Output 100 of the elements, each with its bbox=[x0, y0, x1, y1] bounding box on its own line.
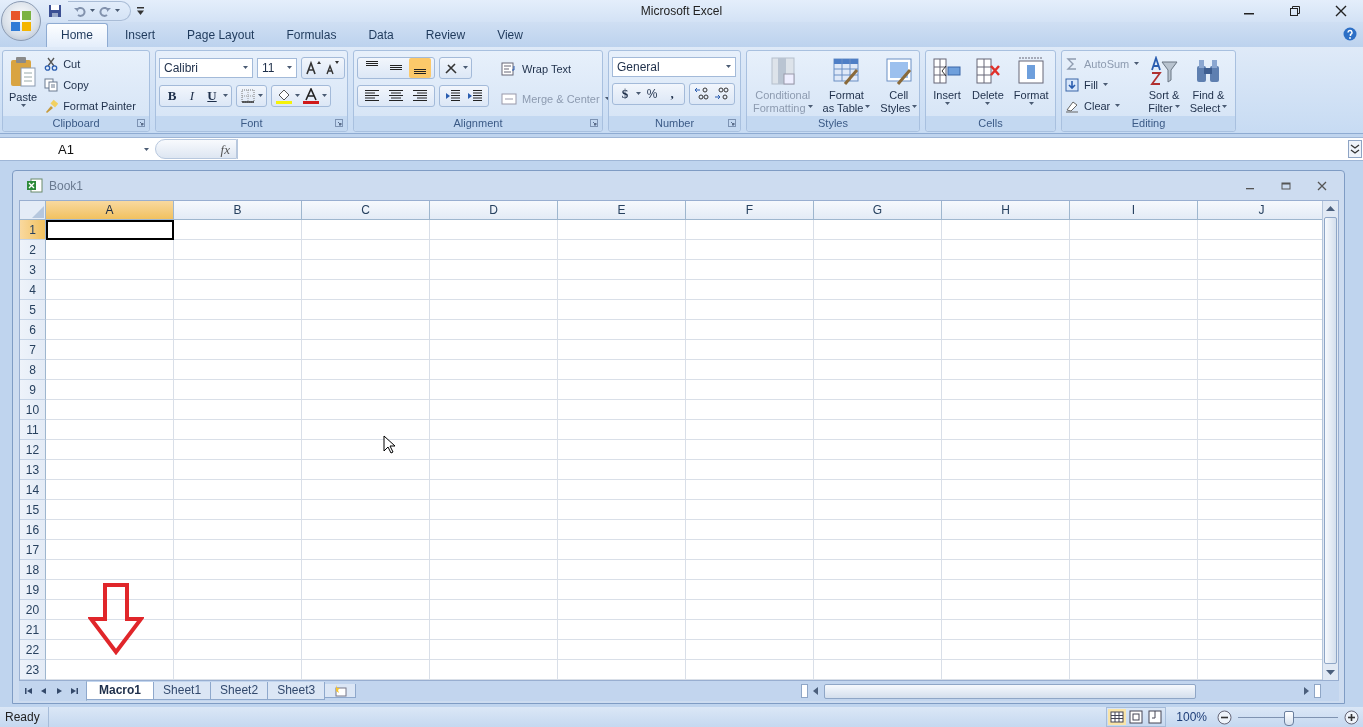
insert-sheet-button[interactable] bbox=[324, 684, 357, 698]
scrollbar-thumb[interactable] bbox=[824, 684, 1196, 699]
redo-icon[interactable] bbox=[99, 4, 111, 17]
dialog-launcher-icon[interactable] bbox=[590, 118, 598, 127]
cut-button[interactable]: Cut bbox=[44, 54, 138, 73]
customize-icon[interactable] bbox=[137, 6, 144, 15]
font-color-icon[interactable] bbox=[302, 87, 320, 104]
split-handle[interactable] bbox=[801, 684, 808, 698]
editing-large-button[interactable]: Find & Select bbox=[1186, 53, 1231, 117]
currency-button[interactable]: $ bbox=[616, 85, 634, 102]
row-header[interactable]: 4 bbox=[20, 280, 46, 300]
name-box[interactable]: A1 bbox=[0, 141, 155, 157]
zoom-out-icon[interactable] bbox=[1217, 709, 1232, 725]
scroll-right-icon[interactable] bbox=[1301, 685, 1311, 697]
editing-button[interactable]: Clear bbox=[1065, 96, 1142, 115]
dialog-launcher-icon[interactable] bbox=[335, 118, 343, 127]
row-header[interactable]: 15 bbox=[20, 500, 46, 520]
grow-font-icon[interactable] bbox=[305, 59, 323, 76]
office-button[interactable] bbox=[1, 1, 41, 41]
column-header[interactable]: I bbox=[1070, 201, 1198, 220]
row-header[interactable]: 10 bbox=[20, 400, 46, 420]
row-header[interactable]: 1 bbox=[20, 220, 46, 240]
font-name-field[interactable]: Calibri bbox=[159, 57, 253, 78]
row-header[interactable]: 9 bbox=[20, 380, 46, 400]
row-header[interactable]: 22 bbox=[20, 640, 46, 660]
zoom-level[interactable]: 100% bbox=[1172, 710, 1211, 724]
cells-button[interactable]: Insert bbox=[929, 53, 965, 107]
select-all-button[interactable] bbox=[20, 201, 46, 220]
grid-cell[interactable] bbox=[46, 220, 174, 240]
view-button-icon[interactable] bbox=[1127, 709, 1146, 725]
dialog-launcher-icon[interactable] bbox=[728, 118, 736, 127]
column-header[interactable]: C bbox=[302, 201, 430, 220]
style-button[interactable]: Cell Styles bbox=[877, 53, 921, 117]
sheet-tab[interactable]: Sheet2 bbox=[210, 682, 269, 700]
column-header[interactable]: F bbox=[686, 201, 814, 220]
bold-button[interactable]: B bbox=[163, 87, 181, 104]
dialog-launcher-icon[interactable] bbox=[137, 118, 145, 127]
zoom-in-icon[interactable] bbox=[1344, 709, 1359, 725]
row-header[interactable]: 17 bbox=[20, 540, 46, 560]
sheet-nav-icon[interactable] bbox=[23, 686, 35, 696]
wrap-text-button[interactable]: Wrap Text bbox=[501, 59, 612, 78]
scrollbar-thumb[interactable] bbox=[1324, 217, 1337, 664]
row-header[interactable]: 16 bbox=[20, 520, 46, 540]
ribbon-tab[interactable]: View bbox=[482, 22, 538, 47]
copy-button[interactable]: Copy bbox=[44, 75, 138, 94]
ribbon-tab[interactable]: Insert bbox=[110, 22, 171, 47]
close-icon[interactable] bbox=[1335, 4, 1347, 17]
row-header[interactable]: 14 bbox=[20, 480, 46, 500]
paste-button[interactable]: Paste bbox=[6, 53, 41, 109]
editing-button[interactable]: Fill bbox=[1065, 75, 1142, 94]
decrease-decimal-icon[interactable] bbox=[713, 85, 731, 102]
format-painter-button[interactable]: Format Painter bbox=[44, 96, 138, 115]
percent-button[interactable]: % bbox=[643, 86, 661, 101]
restore-icon[interactable] bbox=[1289, 4, 1301, 17]
number-format-field[interactable]: General bbox=[612, 56, 736, 77]
row-header[interactable]: 2 bbox=[20, 240, 46, 260]
sheet-tab[interactable]: Macro1 bbox=[86, 682, 155, 700]
column-header[interactable]: G bbox=[814, 201, 942, 220]
view-button-icon[interactable] bbox=[1146, 709, 1165, 725]
ribbon-tab[interactable]: Home bbox=[46, 22, 108, 47]
row-header[interactable]: 8 bbox=[20, 360, 46, 380]
sheet-tab[interactable]: Sheet1 bbox=[153, 682, 212, 700]
ribbon-tab[interactable]: Data bbox=[353, 22, 409, 47]
column-header[interactable]: A bbox=[46, 201, 174, 220]
shrink-font-icon[interactable] bbox=[325, 59, 341, 76]
underline-button[interactable]: U bbox=[203, 87, 221, 104]
maximize-icon[interactable] bbox=[1281, 180, 1291, 191]
view-button-icon[interactable] bbox=[1108, 709, 1127, 725]
row-header[interactable]: 6 bbox=[20, 320, 46, 340]
row-header[interactable]: 20 bbox=[20, 600, 46, 620]
row-header[interactable]: 11 bbox=[20, 420, 46, 440]
fill-color-icon[interactable] bbox=[275, 87, 293, 104]
row-header[interactable]: 13 bbox=[20, 460, 46, 480]
row-header[interactable]: 19 bbox=[20, 580, 46, 600]
style-button[interactable]: Format as Table bbox=[819, 53, 874, 117]
scroll-left-icon[interactable] bbox=[811, 685, 821, 697]
sheet-tab[interactable]: Sheet3 bbox=[267, 682, 326, 700]
column-header[interactable]: H bbox=[942, 201, 1070, 220]
zoom-slider-thumb[interactable] bbox=[1284, 710, 1294, 726]
row-header[interactable]: 18 bbox=[20, 560, 46, 580]
column-header[interactable]: B bbox=[174, 201, 302, 220]
split-handle[interactable] bbox=[1314, 684, 1321, 698]
save-icon[interactable] bbox=[48, 3, 62, 18]
ribbon-tab[interactable]: Review bbox=[410, 22, 481, 47]
undo-icon[interactable] bbox=[74, 4, 86, 17]
ribbon-tab[interactable]: Page Layout bbox=[172, 22, 270, 47]
column-header[interactable]: J bbox=[1198, 201, 1322, 220]
help-icon[interactable] bbox=[1343, 26, 1357, 41]
row-header[interactable]: 21 bbox=[20, 620, 46, 640]
increase-decimal-icon[interactable] bbox=[693, 85, 711, 102]
function-button[interactable]: fx bbox=[155, 139, 237, 160]
column-header[interactable]: D bbox=[430, 201, 558, 220]
row-header[interactable]: 12 bbox=[20, 440, 46, 460]
sheet-nav-icon[interactable] bbox=[68, 686, 80, 696]
italic-button[interactable]: I bbox=[183, 87, 201, 104]
ribbon-tab[interactable]: Formulas bbox=[271, 22, 352, 47]
borders-icon[interactable] bbox=[240, 87, 256, 104]
row-header[interactable]: 23 bbox=[20, 660, 46, 680]
align-lines-icon[interactable] bbox=[409, 57, 431, 78]
cells-button[interactable]: Delete bbox=[969, 53, 1007, 107]
